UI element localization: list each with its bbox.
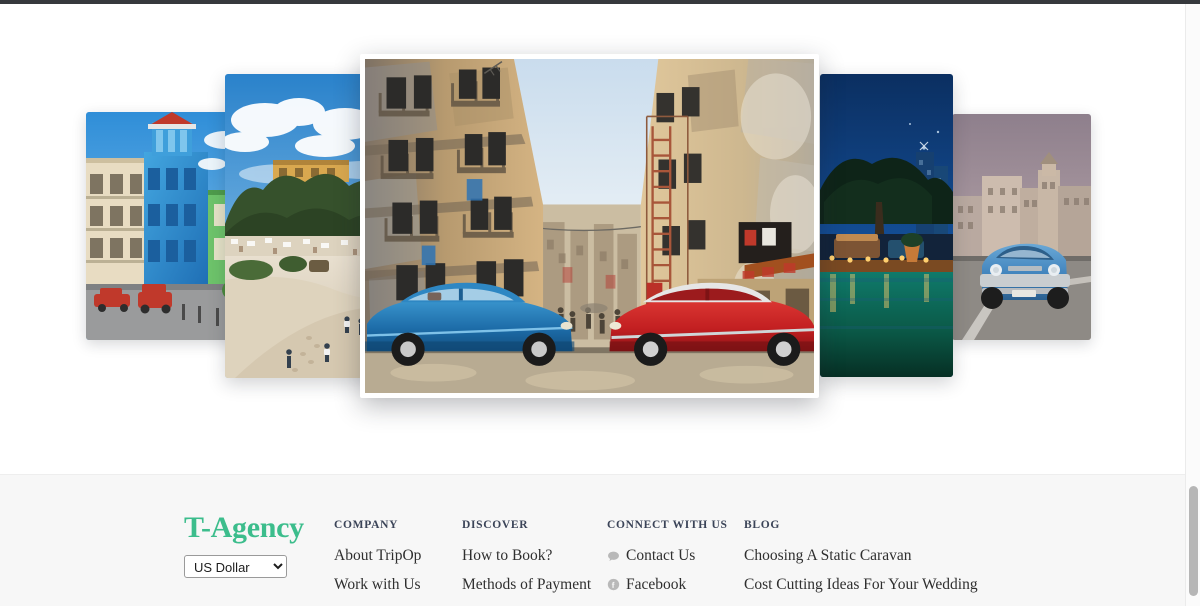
footer-link-how-to-book[interactable]: How to Book?	[462, 547, 552, 565]
footer-column-company: COMPANY About TripOp Work with Us Press …	[334, 519, 456, 606]
footer-link-contact-us-label: Contact Us	[626, 547, 696, 564]
speech-bubble-icon	[607, 550, 620, 563]
malecon-car	[980, 243, 1070, 309]
browser-viewport: T-Agency US Dollar COMPANY About TripOp …	[0, 0, 1200, 606]
footer-link-blog-wedding-ideas[interactable]: Cost Cutting Ideas For Your Wedding	[744, 576, 978, 594]
footer-link-facebook[interactable]: Facebook	[607, 576, 737, 594]
footer-brand-column: T-Agency US Dollar	[184, 513, 324, 578]
footer-links-blog: Choosing A Static Caravan Cost Cutting I…	[744, 547, 1004, 606]
list-item: Methods of Payment	[462, 576, 600, 594]
footer-link-facebook-label: Facebook	[626, 575, 687, 593]
footer-link-work-with-us[interactable]: Work with Us	[334, 576, 421, 594]
footer-link-methods-of-payment[interactable]: Methods of Payment	[462, 576, 591, 594]
footer-inner: T-Agency US Dollar COMPANY About TripOp …	[0, 475, 1185, 606]
hero-image-carousel	[0, 4, 1185, 470]
list-item: About TripOp	[334, 547, 456, 565]
facebook-icon	[607, 578, 620, 591]
footer-link-contact-us[interactable]: Contact Us	[607, 547, 737, 565]
list-item: Choosing A Static Caravan	[744, 547, 1004, 565]
footer-heading-discover: DISCOVER	[462, 519, 529, 531]
footer-column-discover: DISCOVER How to Book? Methods of Payment…	[462, 519, 600, 606]
browser-chrome-edge	[0, 0, 1200, 4]
footer-heading-connect: CONNECT WITH US	[607, 519, 728, 531]
slide-3-photo	[365, 59, 814, 393]
footer-column-connect: CONNECT WITH US Contact Us Facebook	[607, 519, 737, 606]
carousel-slide-5[interactable]	[952, 114, 1091, 340]
footer-links-discover: How to Book? Methods of Payment Press Ro…	[462, 547, 600, 606]
list-item: Work with Us	[334, 576, 456, 594]
footer-heading-company: COMPANY	[334, 519, 399, 531]
footer-heading-blog: BLOG	[744, 519, 781, 531]
footer-link-blog-static-caravan[interactable]: Choosing A Static Caravan	[744, 547, 911, 565]
carousel-slide-3-active[interactable]	[360, 54, 819, 398]
page-scrollbar[interactable]	[1185, 4, 1200, 606]
slide-4-photo	[820, 74, 953, 377]
footer-link-about-tripop[interactable]: About TripOp	[334, 547, 421, 565]
list-item: Contact Us	[607, 547, 737, 565]
scrollbar-thumb[interactable]	[1189, 486, 1198, 596]
brand-logo[interactable]: T-Agency	[184, 513, 324, 543]
page-content: T-Agency US Dollar COMPANY About TripOp …	[0, 4, 1185, 606]
footer-links-connect: Contact Us Facebook	[607, 547, 737, 606]
carousel-slide-4[interactable]	[820, 74, 953, 377]
currency-select[interactable]: US Dollar	[184, 555, 287, 578]
list-item: Facebook	[607, 576, 737, 594]
list-item: Cost Cutting Ideas For Your Wedding	[744, 576, 1004, 594]
slide-5-photo	[952, 114, 1091, 340]
footer-column-blog: BLOG Choosing A Static Caravan Cost Cutt…	[744, 519, 1004, 606]
list-item: How to Book?	[462, 547, 600, 565]
footer-links-company: About TripOp Work with Us Press Room	[334, 547, 456, 606]
site-footer: T-Agency US Dollar COMPANY About TripOp …	[0, 474, 1185, 606]
